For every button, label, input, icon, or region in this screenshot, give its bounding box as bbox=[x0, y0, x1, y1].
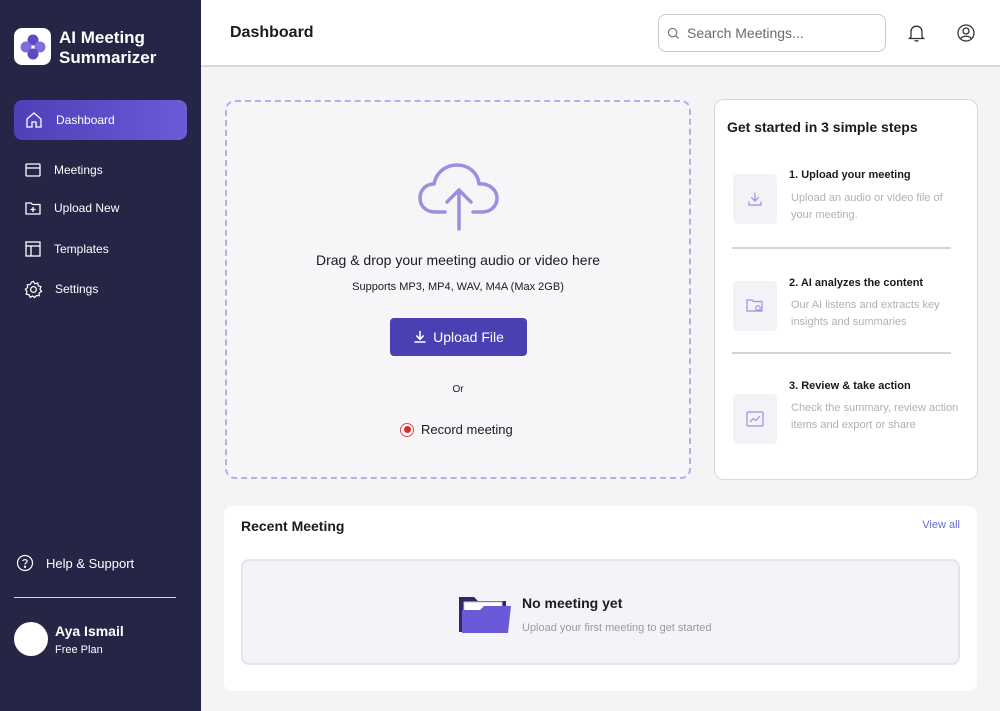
dropzone-instruction: Drag & drop your meeting audio or video … bbox=[315, 252, 601, 268]
sidebar-item-label: Meetings bbox=[54, 163, 103, 177]
step-description: Our AI listens and extracts key insights… bbox=[791, 299, 940, 328]
chart-line-icon bbox=[733, 394, 777, 444]
getting-started-card: Get started in 3 simple steps 1. Upload … bbox=[714, 99, 978, 480]
or-separator: Or bbox=[452, 384, 464, 395]
download-icon bbox=[733, 174, 777, 224]
step-title: 2. AI analyzes the content bbox=[789, 277, 924, 289]
folder-icon bbox=[459, 597, 511, 633]
step-description: Check the summary, review action items a… bbox=[791, 402, 959, 431]
brand: AI Meeting Summarizer bbox=[14, 28, 179, 68]
app-title: AI Meeting Summarizer bbox=[59, 28, 157, 67]
user-name: Aya Ismail bbox=[55, 622, 124, 639]
home-icon bbox=[26, 112, 42, 128]
help-support-link[interactable]: Help & Support bbox=[16, 554, 134, 572]
step-title: 1. Upload your meeting bbox=[789, 169, 911, 181]
step-description: Upload an audio or video file of your me… bbox=[791, 192, 943, 221]
recent-meeting-section: Recent Meeting View all No meeting yet U… bbox=[224, 506, 977, 691]
folder-search-icon bbox=[733, 281, 777, 331]
record-icon bbox=[400, 422, 414, 437]
download-icon bbox=[414, 330, 426, 343]
steps-title: Get started in 3 simple steps bbox=[727, 119, 918, 135]
record-meeting-label: Record meeting bbox=[421, 422, 513, 437]
sidebar-item-label: Templates bbox=[54, 242, 109, 256]
empty-state-title: No meeting yet bbox=[522, 595, 623, 611]
help-icon bbox=[16, 554, 34, 572]
search-icon bbox=[667, 27, 680, 39]
sidebar-item-dashboard[interactable]: Dashboard bbox=[14, 100, 187, 140]
user-account-icon[interactable] bbox=[956, 23, 976, 48]
gear-icon bbox=[24, 280, 43, 298]
record-meeting-button[interactable]: Record meeting bbox=[400, 422, 513, 437]
step-divider bbox=[732, 247, 951, 249]
page-title: Dashboard bbox=[230, 24, 314, 41]
sidebar-item-label: Upload New bbox=[54, 201, 120, 215]
step-divider bbox=[732, 352, 951, 354]
app-logo-icon bbox=[14, 28, 51, 65]
user-plan: Free Plan bbox=[55, 643, 103, 656]
user-profile[interactable]: Aya Ismail Free Plan bbox=[14, 622, 124, 656]
upload-file-label: Upload File bbox=[433, 329, 504, 345]
sidebar-item-label: Settings bbox=[55, 282, 99, 296]
sidebar-divider bbox=[14, 597, 176, 598]
sidebar-item-upload-new[interactable]: Upload New bbox=[14, 188, 187, 228]
cloud-upload-icon bbox=[418, 163, 499, 231]
upload-file-button[interactable]: Upload File bbox=[390, 318, 527, 356]
step-title: 3. Review & take action bbox=[789, 380, 911, 392]
avatar bbox=[14, 622, 48, 656]
help-support-label: Help & Support bbox=[46, 555, 135, 571]
sidebar-item-meetings[interactable]: Meetings bbox=[14, 150, 187, 190]
top-header: Dashboard bbox=[201, 0, 1000, 67]
upload-dropzone[interactable]: Drag & drop your meeting audio or video … bbox=[225, 100, 691, 479]
sidebar: AI Meeting Summarizer Dashboard Meetings… bbox=[0, 0, 201, 711]
supported-formats: Supports MP3, MP4, WAV, M4A (Max 2GB) bbox=[352, 281, 564, 293]
search-input[interactable] bbox=[687, 25, 872, 41]
sidebar-item-settings[interactable]: Settings bbox=[14, 269, 187, 309]
notification-bell-icon[interactable] bbox=[907, 23, 926, 48]
recent-meeting-title: Recent Meeting bbox=[241, 518, 345, 534]
search-box[interactable] bbox=[658, 14, 886, 52]
sidebar-item-label: Dashboard bbox=[56, 113, 115, 127]
empty-state-description: Upload your first meeting to get started bbox=[522, 622, 712, 634]
sidebar-item-templates[interactable]: Templates bbox=[14, 229, 187, 269]
calendar-icon bbox=[25, 163, 41, 177]
empty-state: No meeting yet Upload your first meeting… bbox=[241, 559, 960, 665]
folder-plus-icon bbox=[25, 202, 41, 215]
view-all-link[interactable]: View all bbox=[922, 519, 960, 531]
layout-grid-icon bbox=[25, 241, 41, 257]
